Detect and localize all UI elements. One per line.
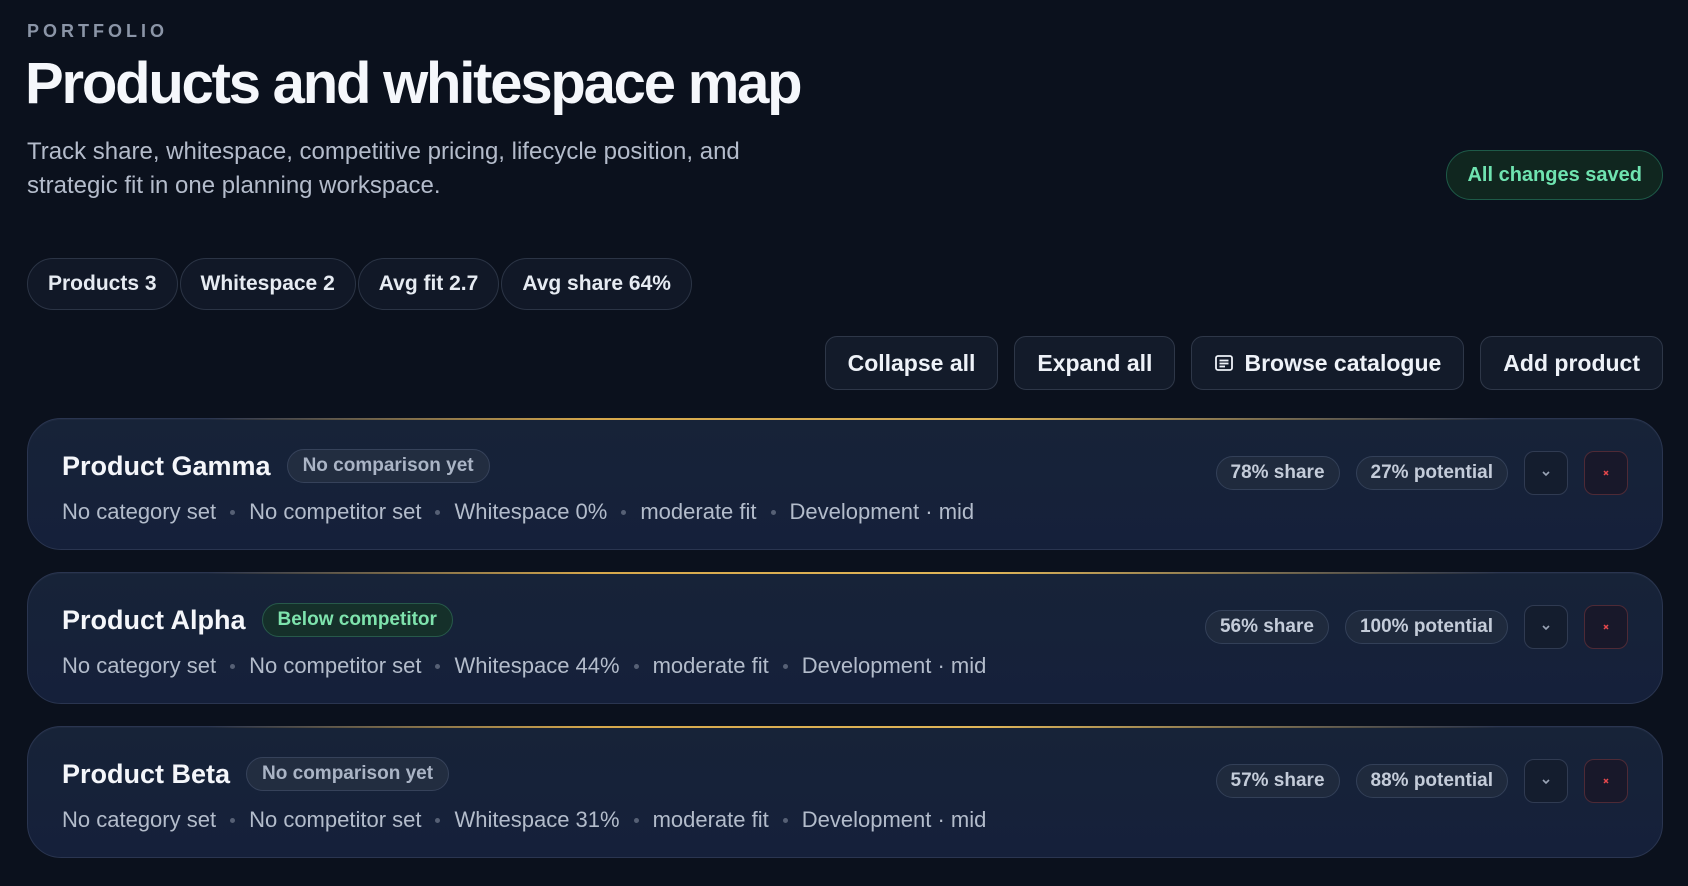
product-meta: No category set No competitor set Whites… [62,499,974,525]
product-card-actions: 57% share 88% potential [1215,759,1628,803]
product-lifecycle: Development · mid [801,653,987,678]
separator-dot [435,663,441,669]
browse-catalogue-button[interactable]: Browse catalogue [1191,336,1465,390]
product-fit: moderate fit [640,499,757,524]
close-icon [1603,470,1609,476]
product-name: Product Gamma [62,450,271,481]
save-status-badge: All changes saved [1446,150,1663,200]
chevron-down-icon [1542,625,1550,631]
potential-chip: 27% potential [1355,456,1508,490]
product-category: No category set [62,653,217,678]
comparison-badge: No comparison yet [286,449,490,483]
expand-product-button[interactable] [1524,451,1568,495]
product-category: No category set [62,499,217,524]
separator-dot [770,509,776,515]
remove-product-button[interactable] [1584,759,1628,803]
product-list: Product Gamma No comparison yet No categ… [27,418,1663,880]
separator-dot [435,509,441,515]
expand-all-button[interactable]: Expand all [1014,336,1176,390]
product-card[interactable]: Product Gamma No comparison yet No categ… [27,418,1663,550]
product-card-actions: 56% share 100% potential [1204,605,1628,649]
separator-dot [230,509,236,515]
product-whitespace: Whitespace 0% [454,499,608,524]
page-eyebrow: PORTFOLIO [27,21,168,41]
page-subtitle: Track share, whitespace, competitive pri… [27,138,740,199]
separator-dot [621,509,627,515]
add-product-label: Add product [1503,349,1640,376]
summary-stats: Products 3 Whitespace 2 Avg fit 2.7 Avg … [27,258,692,310]
product-competitor: No competitor set [249,653,422,678]
stat-whitespace: Whitespace 2 [179,258,356,310]
product-card-actions: 78% share 27% potential [1215,451,1628,495]
product-meta: No category set No competitor set Whites… [62,807,986,833]
share-chip: 56% share [1204,610,1329,644]
close-icon [1603,624,1609,630]
separator-dot [633,817,639,823]
product-card-header: Product Gamma No comparison yet [62,449,490,483]
product-lifecycle: Development · mid [789,499,975,524]
separator-dot [230,663,236,669]
product-category: No category set [62,807,217,832]
stat-avg-share: Avg share 64% [501,258,692,310]
collapse-all-button[interactable]: Collapse all [824,336,999,390]
separator-dot [633,663,639,669]
product-card[interactable]: Product Beta No comparison yet No catego… [27,726,1663,858]
separator-dot [435,817,441,823]
separator-dot [782,817,788,823]
browse-catalogue-label: Browse catalogue [1244,349,1442,376]
list-document-icon [1214,353,1234,373]
stat-products: Products 3 [27,258,178,310]
collapse-all-label: Collapse all [847,349,976,376]
page: PORTFOLIO Products and whitespace map Tr… [0,0,1688,886]
add-product-button[interactable]: Add product [1480,336,1663,390]
product-name: Product Alpha [62,604,246,635]
toolbar: Collapse all Expand all Browse catalogue… [824,336,1663,390]
expand-product-button[interactable] [1524,759,1568,803]
separator-dot [230,817,236,823]
product-card[interactable]: Product Alpha Below competitor No catego… [27,572,1663,704]
expand-product-button[interactable] [1524,605,1568,649]
share-chip: 78% share [1215,456,1340,490]
product-whitespace: Whitespace 31% [454,807,620,832]
expand-all-label: Expand all [1037,349,1153,376]
product-name: Product Beta [62,758,231,789]
share-chip: 57% share [1215,764,1340,798]
product-fit: moderate fit [652,807,769,832]
potential-chip: 88% potential [1355,764,1508,798]
product-card-header: Product Alpha Below competitor [62,603,453,637]
comparison-badge: No comparison yet [246,757,450,791]
product-whitespace: Whitespace 44% [454,653,620,678]
remove-product-button[interactable] [1584,605,1628,649]
comparison-badge: Below competitor [261,603,453,637]
potential-chip: 100% potential [1344,610,1508,644]
chevron-down-icon [1542,471,1550,477]
product-competitor: No competitor set [249,807,422,832]
close-icon [1603,778,1609,784]
product-meta: No category set No competitor set Whites… [62,653,986,679]
product-fit: moderate fit [652,653,769,678]
product-competitor: No competitor set [249,499,422,524]
page-title: Products and whitespace map [25,51,803,116]
stat-avg-fit: Avg fit 2.7 [357,258,500,310]
separator-dot [782,663,788,669]
chevron-down-icon [1542,779,1550,785]
product-card-header: Product Beta No comparison yet [62,757,450,791]
remove-product-button[interactable] [1584,451,1628,495]
product-lifecycle: Development · mid [801,807,987,832]
